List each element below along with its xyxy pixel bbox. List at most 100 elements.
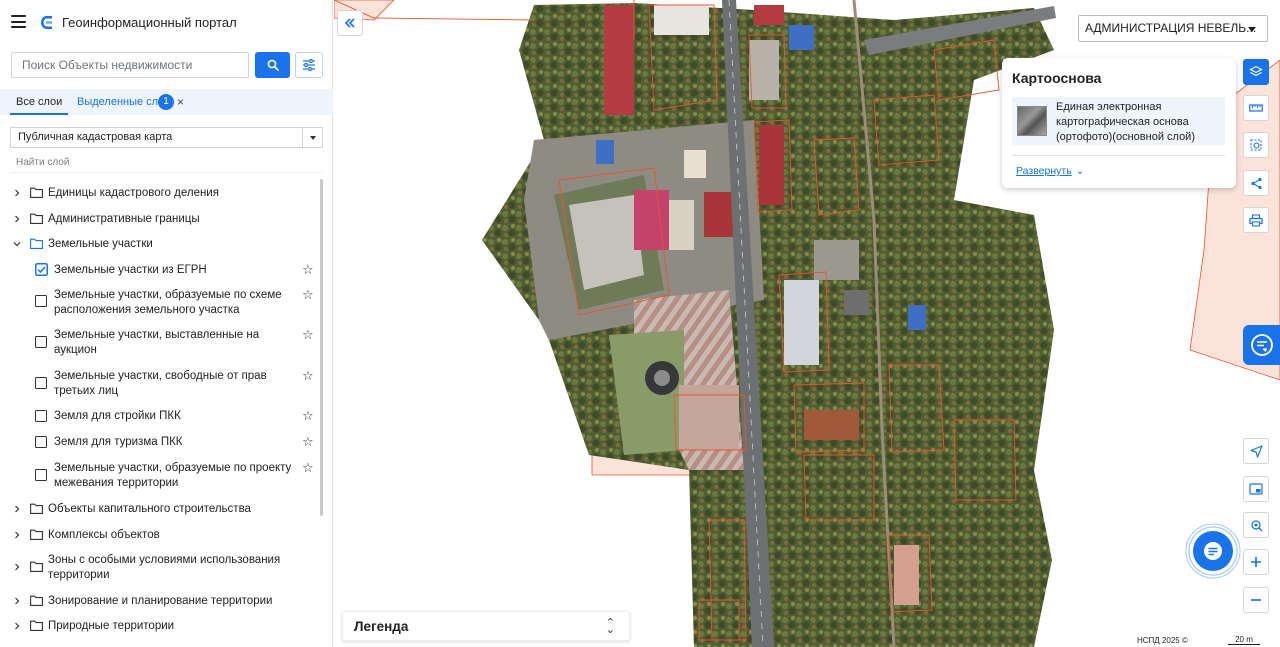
layer-item[interactable]: Земельные участки из ЕГРН ☆ xyxy=(0,263,320,279)
folder-open-icon xyxy=(30,238,43,249)
filter-button[interactable] xyxy=(295,52,323,78)
ruler-icon xyxy=(1249,104,1263,112)
chevron-down-icon: ⌄ xyxy=(1075,165,1085,177)
map-type-select[interactable]: Публичная кадастровая карта xyxy=(10,127,323,148)
checkbox-checked-icon[interactable] xyxy=(35,263,48,276)
folder-icon xyxy=(30,561,43,572)
layer-group-label: Комплексы объектов xyxy=(48,529,160,541)
divider xyxy=(10,172,323,173)
divider xyxy=(1012,155,1225,156)
checkbox[interactable] xyxy=(35,295,47,307)
layers-tool-button[interactable] xyxy=(1243,59,1269,85)
logo-icon xyxy=(41,16,52,29)
star-icon[interactable]: ☆ xyxy=(302,263,314,276)
sliders-icon xyxy=(303,59,315,71)
legend-panel[interactable]: Легенда ⌃ ⌄ xyxy=(342,611,630,641)
search-location-button[interactable] xyxy=(1243,512,1269,538)
layer-group-label: Земельные участки xyxy=(48,238,153,250)
folder-icon xyxy=(30,187,43,198)
basemap-item[interactable]: Единая электронная картографическая осно… xyxy=(1012,97,1225,145)
checkbox[interactable] xyxy=(35,410,47,422)
layer-tree-scrollbar[interactable] xyxy=(320,179,323,516)
geolocate-button[interactable] xyxy=(1243,438,1269,464)
chevron-right-icon xyxy=(15,597,20,605)
checkbox[interactable] xyxy=(35,436,47,448)
layer-item[interactable]: Земля для стройки ПКК ☆ xyxy=(0,409,320,425)
tab-all-layers[interactable]: Все слои xyxy=(10,89,69,115)
layer-item-label: Земельные участки, образуемые по схеме р… xyxy=(54,289,282,316)
chevron-right-icon xyxy=(15,531,20,539)
share-icon xyxy=(1250,177,1262,189)
sidebar: Геоинформационный портал Все слои Выделе… xyxy=(0,0,333,647)
legend-label: Легенда xyxy=(354,619,409,634)
folder-icon xyxy=(30,503,43,514)
search-button[interactable] xyxy=(255,52,290,78)
tab-selected-layers[interactable]: Выделенные слои xyxy=(77,89,170,115)
measure-button[interactable] xyxy=(1243,95,1269,121)
chevron-down-icon xyxy=(302,128,322,147)
layer-item-label: Земельные участки, выставленные на аукци… xyxy=(54,329,260,356)
chevron-down-icon xyxy=(13,242,21,247)
layer-item[interactable]: Земельные участки, образуемые по проекту… xyxy=(0,461,320,493)
star-icon[interactable]: ☆ xyxy=(302,461,314,474)
area-select-icon xyxy=(1250,139,1262,151)
star-icon[interactable]: ☆ xyxy=(302,435,314,448)
folder-icon xyxy=(30,595,43,606)
minus-icon xyxy=(1251,599,1261,601)
double-chevron-left-icon xyxy=(344,18,355,28)
expand-collapse-icon: ⌃ ⌄ xyxy=(605,617,615,636)
search-icon xyxy=(267,59,279,71)
layer-item-label: Земельные участки из ЕГРН xyxy=(54,264,207,276)
folder-icon xyxy=(30,213,43,224)
star-icon[interactable]: ☆ xyxy=(302,328,314,341)
print-button[interactable] xyxy=(1243,207,1269,233)
layer-group-label: Единицы кадастрового деления xyxy=(48,187,219,199)
menu-icon[interactable] xyxy=(11,15,26,28)
clear-selected-button[interactable]: × xyxy=(177,95,184,109)
chevron-right-icon xyxy=(15,563,20,571)
zoom-out-button[interactable] xyxy=(1243,587,1269,613)
search-input[interactable] xyxy=(12,53,248,77)
chevron-right-icon xyxy=(15,215,20,223)
layer-item[interactable]: Земля для туризма ПКК ☆ xyxy=(0,435,320,451)
feedback-tab[interactable] xyxy=(1243,325,1280,365)
zoom-in-button[interactable] xyxy=(1243,549,1269,575)
layer-group-label: Объекты капитального строительства xyxy=(48,503,251,515)
share-button[interactable] xyxy=(1243,170,1269,196)
minimap-button[interactable] xyxy=(1243,476,1269,502)
admin-select[interactable]: АДМИНИСТРАЦИЯ НЕВЕЛЬ... xyxy=(1078,15,1268,42)
layer-item-label: Земля для туризма ПКК xyxy=(54,436,183,448)
star-icon[interactable]: ☆ xyxy=(302,288,314,301)
chat-button[interactable] xyxy=(1185,523,1241,579)
star-icon[interactable]: ☆ xyxy=(302,369,314,382)
checkbox[interactable] xyxy=(35,377,47,389)
expand-link-label: Развернуть xyxy=(1016,165,1072,177)
chevron-right-icon xyxy=(15,505,20,513)
checkbox[interactable] xyxy=(35,336,47,348)
map-attribution: НСПД 2025 © 20 m xyxy=(1133,635,1280,647)
layer-group[interactable]: Зоны с особыми условиями использования т… xyxy=(0,553,320,583)
attribution-text: НСПД 2025 © xyxy=(1137,636,1188,645)
collapse-sidebar-button[interactable] xyxy=(337,10,363,36)
expand-link[interactable]: Развернуть ⌄ xyxy=(1016,165,1084,177)
basemap-panel-title: Картооснова xyxy=(1012,70,1102,86)
layer-item[interactable]: Земельные участки, свободные от прав тре… xyxy=(0,369,320,401)
layer-item[interactable]: Земельные участки, выставленные на аукци… xyxy=(0,328,320,360)
layer-item-label: Земельные участки, образуемые по проекту… xyxy=(54,462,292,489)
admin-select-value: АДМИНИСТРАЦИЯ НЕВЕЛЬ... xyxy=(1085,21,1257,35)
star-icon[interactable]: ☆ xyxy=(302,409,314,422)
selected-count-badge: 1 xyxy=(158,94,174,110)
checkbox[interactable] xyxy=(35,469,47,481)
top-bar: Геоинформационный портал xyxy=(0,0,333,44)
plus-icon xyxy=(1251,557,1261,567)
location-search-icon xyxy=(1250,519,1262,531)
layer-item[interactable]: Земельные участки, образуемые по схеме р… xyxy=(0,288,320,320)
select-area-button[interactable] xyxy=(1243,132,1269,158)
search-field[interactable] xyxy=(11,52,249,78)
layer-group-label: Зоны с особыми условиями использования т… xyxy=(48,554,281,581)
app-title: Геоинформационный портал xyxy=(62,15,237,30)
map-layers-icon xyxy=(1249,65,1263,77)
printer-icon xyxy=(1249,213,1263,227)
find-layer-input[interactable]: Найти слой xyxy=(16,157,69,168)
map-type-value: Публичная кадастровая карта xyxy=(18,131,173,143)
